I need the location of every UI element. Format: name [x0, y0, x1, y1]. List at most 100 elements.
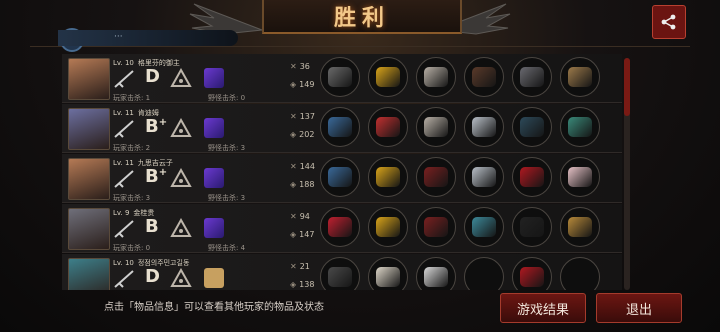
equipment-slot[interactable] — [512, 157, 552, 197]
equipment-slot[interactable] — [416, 207, 456, 247]
share-button[interactable] — [652, 5, 686, 39]
scrollbar[interactable] — [624, 58, 630, 290]
cloak-icon — [424, 217, 448, 237]
equipment-slot[interactable] — [320, 57, 360, 97]
grade-badge: B+ — [145, 166, 167, 187]
equipment-slot[interactable] — [560, 57, 600, 97]
equipment-slot[interactable] — [320, 257, 360, 290]
grade-letter: B — [145, 116, 159, 137]
stat-kills-value: 21 — [299, 262, 310, 271]
equipment-slot[interactable] — [464, 157, 504, 197]
grade-badge: B+ — [145, 116, 167, 137]
stat-damage: ◈ 202 — [290, 130, 314, 139]
equipment-slot[interactable] — [320, 207, 360, 247]
player-kills: 玩家击杀: 0 — [113, 244, 151, 252]
stat-kills-value: 94 — [299, 212, 310, 221]
player-strip-label: ··· — [114, 32, 123, 42]
player-row[interactable]: Lv. 11 肯迪姆 B+ 玩家击杀: 2 野怪击杀: 3 ✕ 137 ◈ 202 — [62, 104, 622, 153]
crossed-swords-icon: ✕ — [290, 162, 297, 171]
equipment-slot[interactable] — [320, 157, 360, 197]
stat-kills: ✕ 144 — [290, 162, 315, 171]
equipment-slot[interactable] — [464, 207, 504, 247]
grade-plus: + — [158, 167, 168, 178]
grade-letter: B — [145, 166, 159, 187]
cloak-icon — [424, 167, 448, 187]
equipment-slot[interactable] — [512, 57, 552, 97]
equipment-slot[interactable] — [368, 57, 408, 97]
player-level: Lv. 11 — [113, 159, 134, 167]
rank-emblem-icon — [170, 68, 192, 87]
page-title: 胜利 — [333, 6, 390, 31]
grade-badge: D — [145, 66, 160, 87]
special-item-icon — [204, 118, 224, 138]
stat-damage: ◈ 147 — [290, 230, 314, 239]
grade-badge: B — [145, 216, 159, 237]
stat-damage: ◈ 188 — [290, 180, 314, 189]
equipment-slot[interactable] — [368, 157, 408, 197]
player-row[interactable]: Lv. 11 九思吉云子 B+ 玩家击杀: 3 野怪击杀: 3 ✕ 144 ◈ 188 — [62, 154, 622, 203]
avatar[interactable] — [68, 108, 110, 150]
special-item-icon — [204, 68, 224, 88]
amulet-icon — [472, 217, 496, 237]
equipment-slot[interactable] — [512, 257, 552, 290]
equipment-slot[interactable] — [512, 107, 552, 147]
player-level: Lv. 11 — [113, 109, 134, 117]
empty-equipment-slot[interactable] — [560, 257, 600, 290]
equipment-slot[interactable] — [464, 107, 504, 147]
grade-badge: D — [145, 266, 160, 287]
equipment-slot[interactable] — [416, 57, 456, 97]
helmet-icon — [376, 167, 400, 187]
avatar[interactable] — [68, 158, 110, 200]
blade-icon — [328, 67, 352, 87]
bracelet-icon — [472, 67, 496, 87]
player-kills: 玩家击杀: 1 — [113, 94, 151, 102]
red-sword-icon — [328, 217, 352, 237]
monster-kills: 野怪击杀: 0 — [208, 94, 246, 102]
player-kills: 玩家击杀: 2 — [113, 144, 151, 152]
stat-kills: ✕ 137 — [290, 112, 315, 121]
grade-letter: D — [145, 66, 160, 87]
helmet-icon — [376, 67, 400, 87]
boots-icon — [520, 67, 544, 87]
game-result-button[interactable]: 游戏结果 — [500, 293, 586, 323]
equipment-slot[interactable] — [416, 257, 456, 290]
equipment-slot[interactable] — [464, 57, 504, 97]
equipment-slot[interactable] — [512, 207, 552, 247]
scrollbar-thumb[interactable] — [624, 58, 630, 116]
equipment-slot[interactable] — [320, 107, 360, 147]
shield-icon: ◈ — [290, 180, 297, 189]
shield-icon: ◈ — [290, 280, 297, 289]
avatar[interactable] — [68, 208, 110, 250]
rank-emblem-icon — [170, 268, 192, 287]
equipment-slot[interactable] — [416, 107, 456, 147]
equipment-slot[interactable] — [560, 157, 600, 197]
stat-kills: ✕ 21 — [290, 262, 310, 271]
player-row[interactable]: Lv. 9 金桂贵 B 玩家击杀: 0 野怪击杀: 4 ✕ 94 ◈ 147 — [62, 204, 622, 253]
equipment-slot[interactable] — [416, 157, 456, 197]
heels-icon — [520, 167, 544, 187]
share-icon — [661, 14, 676, 30]
gauntlet-icon — [520, 117, 544, 137]
mask-icon — [376, 267, 400, 287]
equipment-slot[interactable] — [368, 207, 408, 247]
player-row[interactable]: Lv. 10 格里芬的御主 D 玩家击杀: 1 野怪击杀: 0 ✕ 36 ◈ 149 — [62, 54, 622, 103]
sniper-icon — [328, 117, 352, 137]
orb-icon — [520, 217, 544, 237]
avatar[interactable] — [68, 58, 110, 100]
shield-icon: ◈ — [290, 230, 297, 239]
avatar[interactable] — [68, 258, 110, 290]
exit-button[interactable]: 退出 — [596, 293, 682, 323]
weapon-type-icon — [114, 70, 134, 88]
player-level: Lv. 9 — [113, 209, 130, 217]
stat-kills: ✕ 36 — [290, 62, 310, 71]
gun-accessory-icon — [568, 117, 592, 137]
rank-emblem-icon — [170, 118, 192, 137]
stat-damage-value: 138 — [299, 280, 315, 289]
player-row[interactable]: Lv. 10정점의주민고길동D玩家击杀: 3✕21◈138 — [62, 254, 622, 290]
empty-equipment-slot[interactable] — [464, 257, 504, 290]
equipment-slot[interactable] — [560, 207, 600, 247]
equipment-slot[interactable] — [368, 107, 408, 147]
stat-damage-value: 147 — [299, 230, 315, 239]
equipment-slot[interactable] — [368, 257, 408, 290]
equipment-slot[interactable] — [560, 107, 600, 147]
